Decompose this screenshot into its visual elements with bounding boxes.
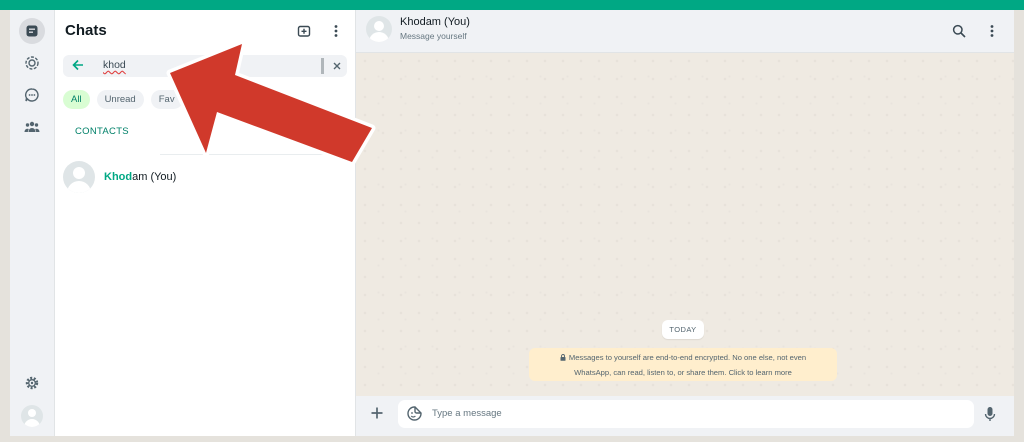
whatsapp-window: Chats khod All Unread Fav CONTACTS Khoda… <box>10 10 1014 436</box>
menu-icon[interactable] <box>983 22 1001 40</box>
filter-unread[interactable]: Unread <box>96 90 144 109</box>
nav-rail <box>10 10 55 436</box>
chat-list-panel: Chats khod All Unread Fav CONTACTS Khoda… <box>55 10 356 436</box>
microphone-icon[interactable] <box>984 406 996 428</box>
contact-name: Khodam (You) <box>104 171 176 183</box>
conversation-pane: Khodam (You) Message yourself TODAY Mess… <box>356 10 1014 436</box>
filter-favorites[interactable]: Fav <box>150 90 183 109</box>
avatar <box>63 161 95 193</box>
divider <box>160 154 325 155</box>
message-input[interactable]: Type a message <box>398 400 974 428</box>
conversation-subtitle: Message yourself <box>400 31 467 41</box>
status-icon[interactable] <box>19 50 45 76</box>
close-icon[interactable] <box>331 59 343 77</box>
chat-wallpaper <box>356 52 1014 396</box>
lock-icon <box>560 352 566 366</box>
conversation-header[interactable]: Khodam (You) Message yourself <box>356 10 1014 53</box>
top-accent-bar <box>0 0 1024 10</box>
notice-line-1: Messages to yourself are end-to-end encr… <box>568 353 807 362</box>
filter-chips: All Unread Fav <box>63 90 183 109</box>
avatar <box>366 16 392 42</box>
filter-all[interactable]: All <box>63 90 90 109</box>
new-chat-icon[interactable] <box>295 22 313 40</box>
contact-name-match: Khod <box>104 171 133 183</box>
profile-avatar-icon <box>21 405 43 427</box>
composer: Type a message <box>356 396 1014 436</box>
menu-icon[interactable] <box>327 22 345 40</box>
channels-icon[interactable] <box>19 82 45 108</box>
conversation-title: Khodam (You) <box>400 16 470 28</box>
profile-avatar[interactable] <box>19 403 45 429</box>
communities-icon[interactable] <box>19 114 45 140</box>
search-query: khod <box>103 59 126 71</box>
chats-icon[interactable] <box>19 18 45 44</box>
settings-icon[interactable] <box>19 370 45 396</box>
date-divider: TODAY <box>662 320 704 339</box>
back-arrow-icon[interactable] <box>71 58 85 77</box>
notice-line-2: WhatsApp, can read, listen to, or share … <box>574 368 792 377</box>
search-input[interactable]: khod <box>63 55 347 77</box>
contact-row[interactable]: Khodam (You) <box>63 160 347 194</box>
sticker-icon[interactable] <box>406 405 423 427</box>
encryption-notice[interactable]: Messages to yourself are end-to-end encr… <box>529 348 837 381</box>
attach-plus-icon[interactable] <box>370 406 384 425</box>
contact-name-rest: am (You) <box>132 171 177 183</box>
panel-title: Chats <box>65 22 107 39</box>
section-label: CONTACTS <box>75 126 129 137</box>
message-placeholder: Type a message <box>432 408 502 419</box>
text-cursor <box>321 58 324 74</box>
search-icon[interactable] <box>950 22 968 40</box>
